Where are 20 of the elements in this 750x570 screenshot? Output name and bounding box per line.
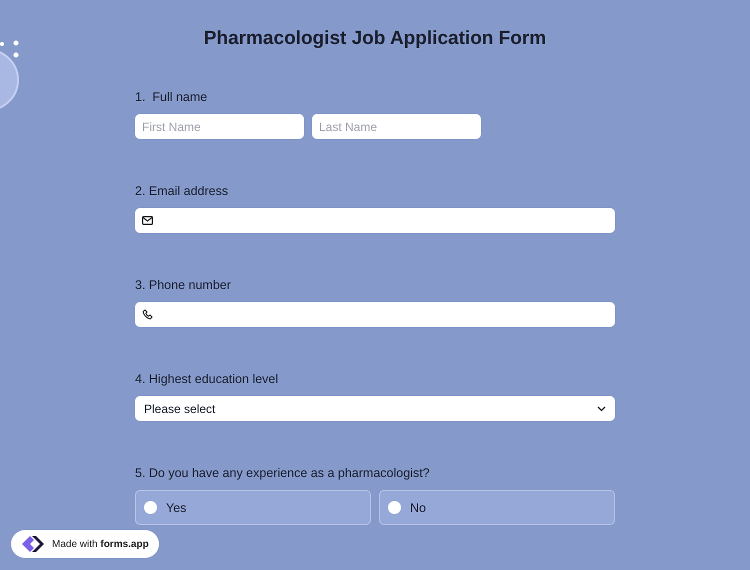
phone-icon bbox=[142, 309, 153, 320]
radio-option[interactable]: No bbox=[379, 490, 615, 525]
email-field[interactable] bbox=[135, 208, 615, 233]
radio-option[interactable]: Yes bbox=[135, 490, 371, 525]
made-with-badge[interactable]: Made with forms.app bbox=[11, 530, 159, 558]
question-label: 2. Email address bbox=[135, 183, 230, 199]
question-label: 3. Phone number bbox=[135, 277, 232, 293]
question-label: 5. Do you have any experience as a pharmacologist? bbox=[135, 465, 431, 481]
chevron-down-icon bbox=[597, 406, 606, 412]
radio-button[interactable] bbox=[144, 501, 157, 514]
education-dropdown[interactable]: Please select bbox=[135, 396, 615, 421]
question-label: 1. Full name bbox=[135, 89, 208, 105]
first-name-field[interactable]: First Name bbox=[135, 114, 304, 139]
radio-button[interactable] bbox=[388, 501, 401, 514]
form-title: Pharmacologist Job Application Form bbox=[202, 27, 548, 51]
envelope-icon bbox=[142, 216, 153, 225]
question-label: 4. Highest education level bbox=[135, 371, 280, 387]
phone-field[interactable] bbox=[135, 302, 615, 327]
last-name-field[interactable]: Last Name bbox=[312, 114, 481, 139]
badge-text: Made with forms.app bbox=[52, 538, 149, 550]
